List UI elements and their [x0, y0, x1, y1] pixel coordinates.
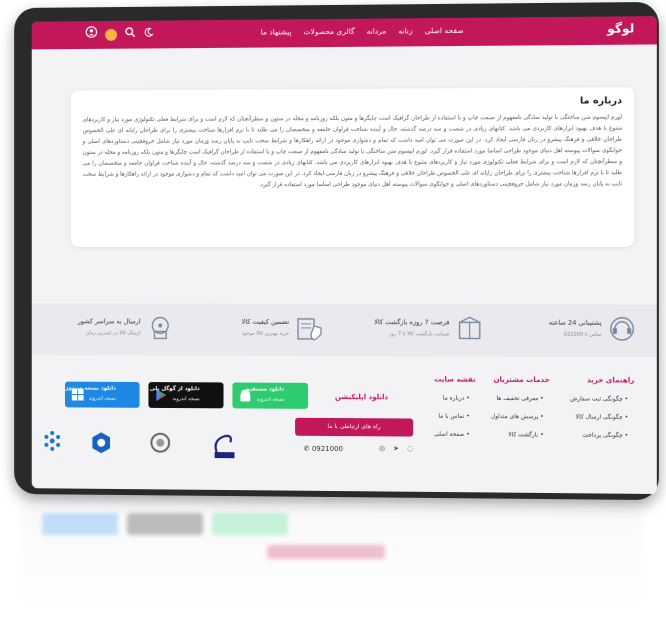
- about-body: لورم ایپسوم متن ساختگی با تولید سادگی نا…: [82, 114, 623, 189]
- nav-gallery[interactable]: گالری محصولات: [304, 27, 355, 36]
- top-navbar: لوگو صفحه اصلی زنانه مردانه گالری محصولا…: [31, 16, 657, 50]
- store-windows[interactable]: دانلود نسخه ویندوز نسخه اندروید: [64, 381, 140, 408]
- nav-offers[interactable]: پیشنهاد ما: [261, 27, 292, 36]
- nav-men[interactable]: مردانه: [367, 27, 387, 36]
- site-footer: راهنمای خرید چگونگی ثبت سفارش چگونگی ارس…: [31, 357, 657, 495]
- store-direct-android[interactable]: دانلود مستقیم نسخه اندروید: [232, 382, 309, 409]
- nezam-senfi-badge[interactable]: [39, 429, 66, 459]
- store-line2: نسخه اندروید: [88, 395, 116, 402]
- footer-col-guide: راهنمای خرید چگونگی ثبت سفارش چگونگی ارس…: [570, 376, 634, 445]
- store-line1: دانلود مستقیم: [245, 386, 285, 393]
- about-title: درباره ما: [579, 95, 623, 107]
- reflection-store-android: [212, 513, 288, 535]
- feature-subtitle: ضمانت بازگشت کالا تا 7 روز: [388, 331, 450, 338]
- header-tools: [86, 26, 154, 43]
- footer-link[interactable]: چگونگی ثبت سفارش: [570, 390, 628, 409]
- phone-number: ✆ 0921000: [304, 445, 343, 453]
- feature-subtitle: ارسال کالا در کمترین زمان: [85, 330, 141, 337]
- support-icon: [608, 315, 637, 343]
- phone-icon: ✆: [303, 444, 310, 453]
- telegram-icon[interactable]: ➤: [393, 444, 399, 452]
- about-card: درباره ما لورم ایپسوم متن ساختگی با تولی…: [70, 87, 635, 248]
- nav-women[interactable]: زنانه: [398, 26, 412, 35]
- moon-icon[interactable]: [144, 26, 154, 42]
- phone-number-value: 0921000: [311, 444, 343, 454]
- feature-title: پشتیبانی 24 ساعته: [548, 318, 602, 327]
- footer-link[interactable]: چگونگی ارسال کالا: [570, 408, 628, 427]
- footer-link[interactable]: تماس با ما: [434, 408, 469, 426]
- device-frame: لوگو صفحه اصلی زنانه مردانه گالری محصولا…: [14, 1, 659, 501]
- store-line1: دانلود نسخه ویندوز: [65, 385, 116, 392]
- footer-col-services: خدمات مشتریان معرفی تخفیف ها پرسش های مت…: [491, 376, 550, 445]
- reflection-contact-bar: [267, 545, 385, 559]
- store-line2: نسخه اندروید: [256, 396, 285, 403]
- feature-title: ارسال به سراسر کشور: [77, 317, 141, 326]
- footer-link[interactable]: معرفی تخفیف ها: [491, 390, 544, 408]
- feature-title: فرصت 7 روزه بازگشت کالا: [374, 318, 450, 327]
- quality-shield-icon: [297, 318, 322, 341]
- social-links: ◎ ➤ ◌: [379, 444, 413, 452]
- reflection-store-play: [127, 513, 203, 535]
- footer-link[interactable]: بازگشت کالا: [491, 426, 544, 445]
- footer-col-title: راهنمای خرید: [586, 376, 635, 385]
- store-line1: دانلود از گوگل پلی: [149, 386, 200, 393]
- download-app-title: دانلود اپلیکیشن: [334, 393, 389, 402]
- enamad-badge[interactable]: [211, 430, 239, 460]
- footer-col-sitemap: نقشه سایت درباره ما تماس با ما صفحه اصلی: [434, 375, 475, 444]
- store-google-play[interactable]: دانلود از گوگل پلی نسخه اندروید: [148, 382, 224, 409]
- cart-icon[interactable]: [105, 28, 117, 41]
- store-line2: نسخه اندروید: [172, 396, 200, 403]
- instagram-icon[interactable]: ◎: [379, 444, 385, 452]
- feature-delivery: ارسال به سراسر کشور ارسال کالا در کمترین…: [37, 313, 174, 347]
- reflection-store-windows: [42, 513, 118, 535]
- footer-link[interactable]: پرسش های متداول: [491, 408, 544, 426]
- delivery-icon: [146, 314, 174, 342]
- footer-link[interactable]: درباره ما: [434, 390, 469, 408]
- footer-link[interactable]: چگونگی پرداخت: [570, 427, 628, 446]
- etehadie-badge[interactable]: [88, 429, 115, 459]
- feature-title: تضمین کیفیت کالا: [241, 317, 290, 326]
- footer-col-title: خدمات مشتریان: [493, 375, 550, 385]
- site-logo[interactable]: لوگو: [607, 21, 634, 35]
- feature-quality: تضمین کیفیت کالا خرید بهترین کالا موجود: [184, 314, 323, 348]
- features-strip: پشتیبانی 24 ساعته تماس با 021000 فرصت 7 …: [31, 303, 657, 358]
- feature-subtitle: تماس با 021000: [563, 331, 602, 338]
- browser-screen: لوگو صفحه اصلی زنانه مردانه گالری محصولا…: [31, 16, 657, 495]
- footer-col-title: نقشه سایت: [434, 375, 476, 384]
- feature-support: پشتیبانی 24 ساعته تماس با 021000: [494, 314, 636, 349]
- footer-link[interactable]: صفحه اصلی: [434, 426, 469, 444]
- search-icon[interactable]: [125, 26, 136, 42]
- contact-ways-button[interactable]: راه های ارتباطی با ما: [295, 417, 414, 437]
- screen-reflection: [22, 505, 642, 615]
- samandehi-badge[interactable]: [146, 430, 174, 460]
- feature-return: فرصت 7 روزه بازگشت کالا ضمانت بازگشت کال…: [343, 314, 484, 349]
- whatsapp-icon[interactable]: ◌: [407, 445, 413, 453]
- main-nav: صفحه اصلی زنانه مردانه گالری محصولات پیش…: [261, 26, 464, 37]
- nav-home[interactable]: صفحه اصلی: [425, 26, 464, 35]
- return-box-icon: [456, 314, 484, 342]
- feature-subtitle: خرید بهترین کالا موجود: [241, 330, 290, 337]
- user-icon[interactable]: [86, 26, 99, 43]
